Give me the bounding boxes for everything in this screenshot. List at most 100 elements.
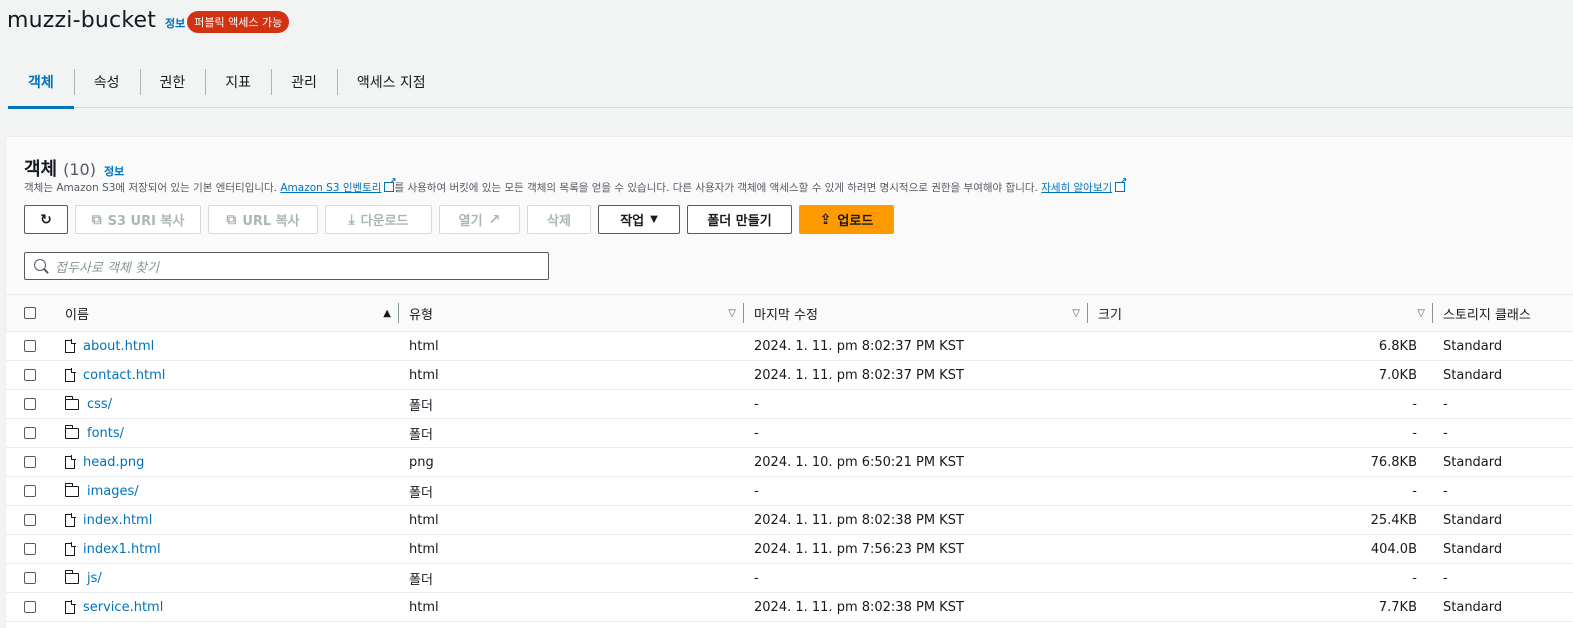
- copy-url-button[interactable]: ⧉ URL 복사: [208, 205, 318, 234]
- table-row[interactable]: index1.html html 2024. 1. 11. pm 7:56:23 P…: [6, 535, 1573, 564]
- table-row[interactable]: head.png png 2024. 1. 10. pm 6:50:21 PM KS…: [6, 448, 1573, 477]
- col-storage-class[interactable]: 스토리지 클래스: [1433, 295, 1573, 332]
- name-cell: about.html: [55, 332, 399, 361]
- table-row[interactable]: about.html html 2024. 1. 11. pm 8:02:37 PM…: [6, 332, 1573, 361]
- learn-more-link[interactable]: 자세히 알아보기: [1041, 182, 1112, 194]
- row-select-cell: [6, 477, 55, 506]
- copy-s3-uri-button[interactable]: ⧉ S3 URI 복사: [75, 205, 201, 234]
- table-row[interactable]: contact.html html 2024. 1. 11. pm 8:02:37 …: [6, 361, 1573, 390]
- bucket-tabs: 객체 속성 권한 지표 관리 액세스 지점: [8, 56, 1573, 109]
- file-icon: [65, 367, 76, 382]
- modified-cell: 2024. 1. 11. pm 7:56:23 PM KST: [754, 541, 964, 557]
- object-name-link[interactable]: css/: [87, 397, 112, 412]
- file-icon: [65, 541, 76, 556]
- name-cell: service.html: [55, 593, 399, 622]
- create-folder-label: 폴더 만들기: [707, 214, 772, 229]
- storage-class-cell: -: [1443, 570, 1448, 586]
- object-name-link[interactable]: service.html: [83, 600, 163, 615]
- objects-panel: 객체 (10) 정보 객체는 Amazon S3에 저장되어 있는 기본 엔터티…: [6, 136, 1573, 628]
- modified-cell: 2024. 1. 11. pm 8:02:38 PM KST: [754, 512, 964, 528]
- actions-dropdown[interactable]: 작업 ▼: [598, 205, 680, 234]
- refresh-button[interactable]: ↻: [24, 205, 68, 234]
- name-cell: index.html: [55, 506, 399, 535]
- col-size[interactable]: 크기 ▽: [1088, 295, 1433, 332]
- object-name-link[interactable]: js/: [87, 571, 102, 586]
- row-checkbox[interactable]: [24, 572, 36, 584]
- row-select-cell: [6, 506, 55, 535]
- size-cell: 6.8KB: [1378, 338, 1417, 354]
- table-row[interactable]: images/폴더 - - -: [6, 477, 1573, 506]
- objects-panel-header: 객체 (10) 정보 객체는 Amazon S3에 저장되어 있는 기본 엔터티…: [6, 137, 1573, 295]
- object-name-link[interactable]: index.html: [83, 513, 152, 528]
- tab-permissions[interactable]: 권한: [139, 56, 206, 108]
- table-row[interactable]: js/폴더 - - -: [6, 564, 1573, 593]
- col-modified-label: 마지막 수정: [754, 307, 818, 323]
- tab-properties[interactable]: 속성: [73, 56, 140, 108]
- object-name-link[interactable]: fonts/: [87, 426, 124, 441]
- object-name-link[interactable]: index1.html: [83, 542, 161, 557]
- table-row[interactable]: fonts/폴더 - - -: [6, 419, 1573, 448]
- search-placeholder: 접두사로 객체 찾기: [55, 260, 159, 276]
- objects-heading: 객체: [24, 159, 58, 180]
- storage-class-cell: Standard: [1443, 367, 1503, 383]
- refresh-icon: ↻: [40, 211, 52, 228]
- table-row[interactable]: css/폴더 - - -: [6, 390, 1573, 419]
- table-row[interactable]: index.html html 2024. 1. 11. pm 8:02:38 PM…: [6, 506, 1573, 535]
- object-name-link[interactable]: about.html: [83, 339, 154, 354]
- size-cell: 76.8KB: [1370, 454, 1417, 470]
- storage-class-cell: Standard: [1443, 541, 1503, 557]
- modified-cell: -: [754, 396, 759, 412]
- objects-info-link[interactable]: 정보: [104, 163, 124, 179]
- open-button[interactable]: 열기 ↗: [439, 205, 520, 234]
- size-cell: -: [1412, 570, 1417, 586]
- col-storage-label: 스토리지 클래스: [1443, 307, 1531, 323]
- objects-table: 이름 ▲ 유형 ▽ 마지막 수정 ▽ 크기 ▽ 스토리지 클래스 about.html h…: [6, 295, 1573, 622]
- select-all-checkbox[interactable]: [24, 307, 36, 319]
- delete-button[interactable]: 삭제: [527, 205, 591, 234]
- row-checkbox[interactable]: [24, 543, 36, 555]
- col-modified[interactable]: 마지막 수정 ▽: [744, 295, 1088, 332]
- caret-down-icon: ▼: [650, 214, 658, 225]
- type-cell: html: [409, 599, 439, 615]
- upload-label: 업로드: [837, 214, 874, 229]
- object-name-link[interactable]: images/: [87, 484, 139, 499]
- modified-cell: 2024. 1. 11. pm 8:02:38 PM KST: [754, 599, 964, 615]
- external-link-icon: [1115, 177, 1127, 192]
- object-name-link[interactable]: head.png: [83, 455, 144, 470]
- tab-objects[interactable]: 객체: [8, 56, 74, 109]
- copy-s3-uri-label: S3 URI 복사: [107, 214, 185, 229]
- table-row[interactable]: service.html html 2024. 1. 11. pm 8:02:38 …: [6, 593, 1573, 622]
- col-type[interactable]: 유형 ▽: [399, 295, 744, 332]
- row-select-cell: [6, 419, 55, 448]
- tab-management[interactable]: 관리: [271, 56, 337, 108]
- row-checkbox[interactable]: [24, 427, 36, 439]
- row-checkbox[interactable]: [24, 514, 36, 526]
- objects-toolbar: ↻ ⧉ S3 URI 복사 ⧉ URL 복사 ⤓ 다운로드 열기 ↗ 삭제 작업…: [24, 205, 894, 234]
- object-name-link[interactable]: contact.html: [83, 368, 165, 383]
- sort-icon: ▽: [728, 307, 736, 319]
- size-cell: 7.7KB: [1378, 599, 1417, 615]
- row-checkbox[interactable]: [24, 398, 36, 410]
- delete-label: 삭제: [547, 214, 571, 229]
- col-name[interactable]: 이름 ▲: [55, 295, 399, 332]
- tab-access-points[interactable]: 액세스 지점: [336, 56, 446, 108]
- objects-description: 객체는 Amazon S3에 저장되어 있는 기본 엔터티입니다. Amazon…: [24, 177, 1127, 195]
- upload-icon: ⇪: [819, 211, 832, 228]
- type-cell: 폴더: [409, 427, 433, 443]
- row-checkbox[interactable]: [24, 601, 36, 613]
- row-checkbox[interactable]: [24, 456, 36, 468]
- upload-button[interactable]: ⇪ 업로드: [799, 205, 894, 234]
- actions-label: 작업: [620, 214, 645, 229]
- tab-metrics[interactable]: 지표: [205, 56, 271, 108]
- prefix-search-input[interactable]: 접두사로 객체 찾기: [24, 252, 549, 280]
- inventory-link[interactable]: Amazon S3 인벤토리: [280, 182, 381, 194]
- objects-count: (10): [63, 160, 96, 179]
- row-checkbox[interactable]: [24, 340, 36, 352]
- download-button[interactable]: ⤓ 다운로드: [325, 205, 432, 234]
- row-checkbox[interactable]: [24, 485, 36, 497]
- modified-cell: -: [754, 483, 759, 499]
- header-info-link[interactable]: 정보: [165, 15, 185, 31]
- create-folder-button[interactable]: 폴더 만들기: [687, 205, 792, 234]
- name-cell: index1.html: [55, 535, 399, 564]
- row-checkbox[interactable]: [24, 369, 36, 381]
